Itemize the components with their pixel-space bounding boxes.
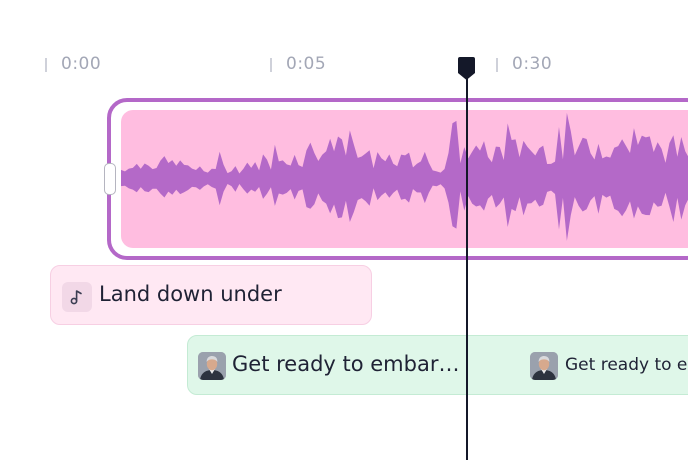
music-clip-label: Land down under <box>99 282 282 306</box>
ruler-label-0: 0:00 <box>61 54 102 74</box>
voice-segment-label: Get ready to embar… <box>232 352 460 376</box>
ruler-tick <box>496 58 498 72</box>
waveform <box>121 112 688 241</box>
playhead-handle[interactable] <box>458 57 475 81</box>
music-clip[interactable]: Land down under <box>50 265 372 325</box>
ruler-label-1: 0:05 <box>286 54 327 74</box>
selected-audio-clip[interactable] <box>104 98 688 260</box>
voice-clip[interactable]: Get ready to embar… Get ready to em <box>187 335 688 395</box>
person-avatar <box>198 352 226 380</box>
voice-segment-label: Get ready to em <box>565 355 688 375</box>
ruler-tick <box>45 58 47 72</box>
ruler-label-2: 0:30 <box>512 54 553 74</box>
playhead-line[interactable] <box>466 70 468 460</box>
person-avatar <box>530 352 558 380</box>
clip-trim-handle[interactable] <box>104 163 116 195</box>
music-note-icon <box>62 282 92 312</box>
audio-clip-body[interactable] <box>121 110 688 248</box>
time-ruler[interactable]: 0:00 0:05 0:30 <box>0 50 688 84</box>
ruler-tick <box>270 58 272 72</box>
